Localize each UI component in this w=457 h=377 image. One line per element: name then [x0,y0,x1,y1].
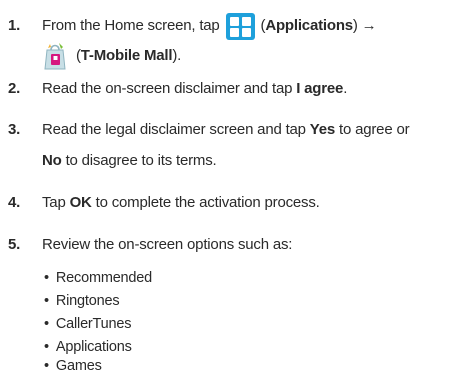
bullet: • [44,358,49,374]
instruction-document: 1. From the Home screen, tap (Applicatio… [0,0,457,377]
bullet: • [44,293,49,309]
step-number: 4. [8,194,21,211]
step-number: 2. [8,80,21,97]
applications-label: Applications [265,17,353,34]
list-item: • CallerTunes [44,316,132,332]
step-number: 1. [8,17,21,34]
list-item: • Recommended [44,270,153,286]
bullet: • [44,339,49,355]
applications-icon [225,12,255,40]
no-label: No [42,152,62,169]
step-1-line-1: From the Home screen, tap (Applications)… [42,10,377,42]
step-number: 3. [8,121,21,138]
step-4: 4. Tap OK to complete the activation pro… [0,187,457,219]
step-1-line-2: (T-Mobile Mall). [42,40,181,72]
step-number: 5. [8,236,21,253]
i-agree-label: I agree [296,80,344,97]
list-item: • Applications [44,339,132,355]
yes-label: Yes [309,121,336,138]
ok-label: OK [69,194,92,211]
step-3: 3. Read the legal disclaimer screen and … [0,114,457,178]
step-1: 1. From the Home screen, tap (Applicatio… [0,10,457,74]
t-mobile-mall-icon [42,41,68,71]
bullet: • [44,270,49,286]
step-2: 2. Read the on-screen disclaimer and tap… [0,73,457,105]
bullet: • [44,316,49,332]
step-5: 5. Review the on-screen options such as: [0,229,457,261]
list-item: • Ringtones [44,293,120,309]
t-mobile-mall-label: T-Mobile Mall [80,47,173,64]
list-item: • Games [44,358,102,374]
